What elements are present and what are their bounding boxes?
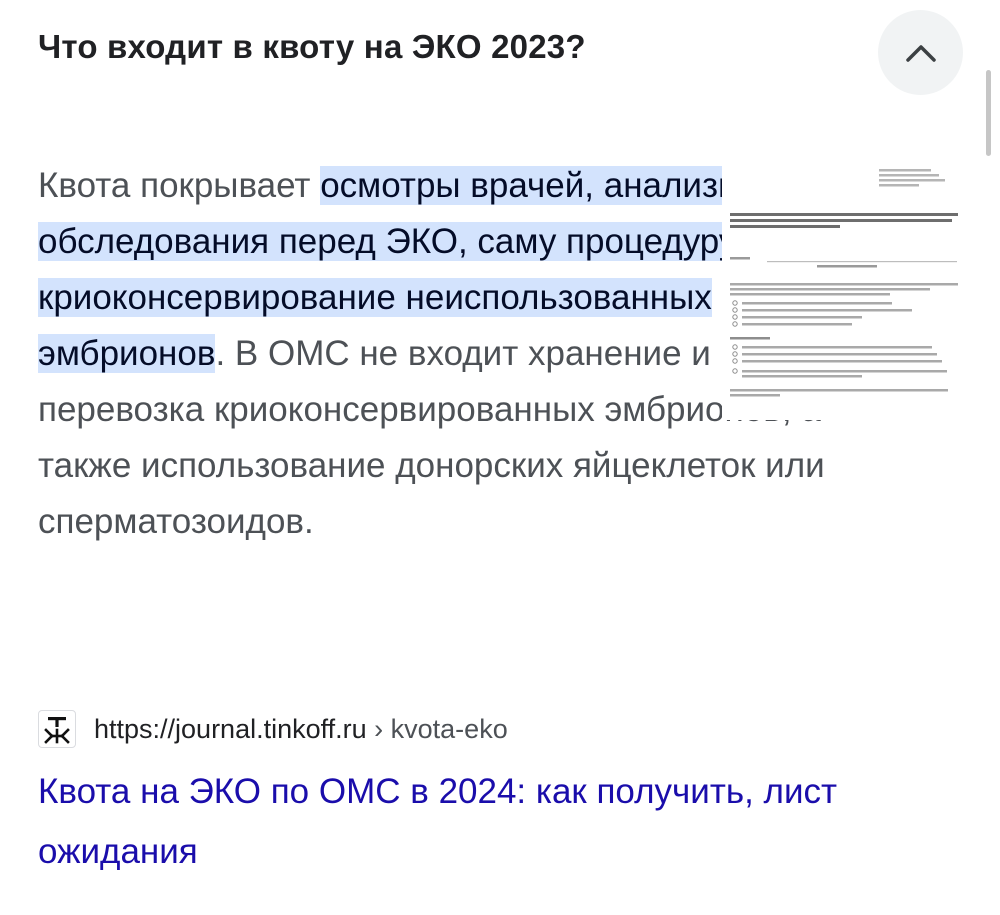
document-thumbnail[interactable] bbox=[722, 165, 967, 420]
answer-text-before: Квота покрывает bbox=[38, 166, 321, 205]
source-path: › kvota-eko bbox=[366, 713, 508, 744]
tinkoff-journal-logo-icon bbox=[44, 717, 70, 744]
chevron-up-icon bbox=[905, 44, 936, 62]
result-title-link[interactable]: Квота на ЭКО по ОМС в 2024: как получить… bbox=[38, 762, 938, 882]
answer-snippet: Квота покрывает осмотры врачей, анализы … bbox=[38, 158, 838, 550]
document-thumbnail-image bbox=[722, 165, 967, 420]
source-row[interactable]: https://journal.tinkoff.ru › kvota-eko bbox=[38, 709, 508, 749]
source-domain: https://journal.tinkoff.ru bbox=[94, 713, 367, 744]
scrollbar[interactable] bbox=[986, 70, 991, 156]
tinkoff-journal-favicon bbox=[38, 710, 76, 748]
question-title[interactable]: Что входит в квоту на ЭКО 2023? bbox=[38, 28, 586, 66]
collapse-button[interactable] bbox=[878, 10, 963, 95]
source-url[interactable]: https://journal.tinkoff.ru › kvota-eko bbox=[94, 714, 508, 745]
